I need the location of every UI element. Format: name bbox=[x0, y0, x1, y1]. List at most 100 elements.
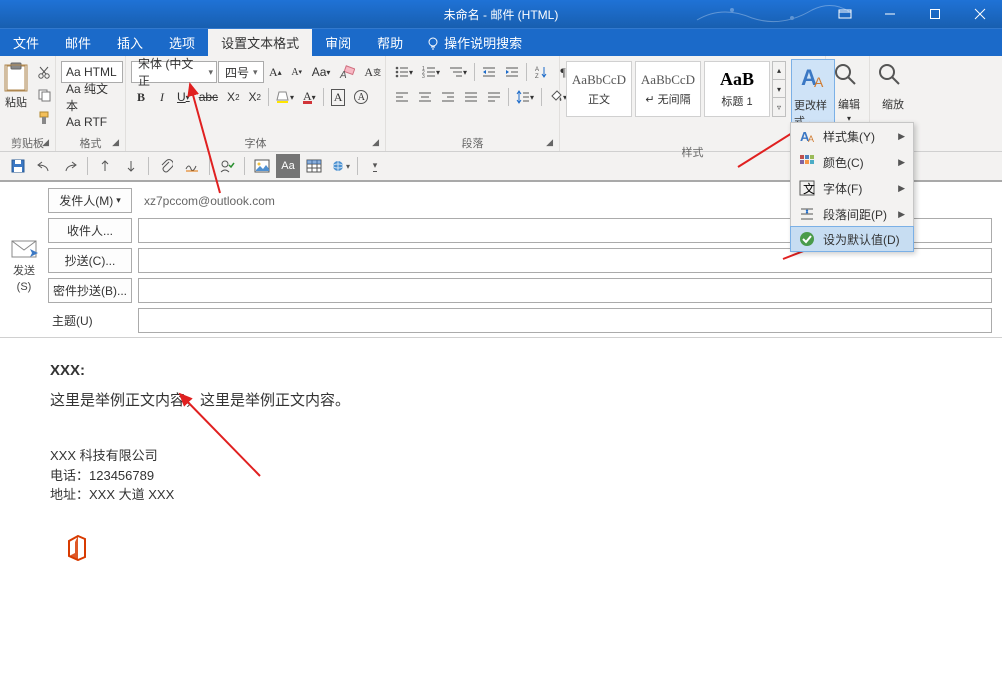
bullets-icon bbox=[395, 66, 409, 78]
phonetic-guide-button[interactable]: A变 bbox=[360, 61, 385, 83]
font-size-combo[interactable]: 四号▾ bbox=[218, 61, 264, 83]
svg-text:Z: Z bbox=[535, 74, 539, 79]
superscript-button[interactable]: X2 bbox=[245, 86, 265, 108]
title-bar: 未命名 - 邮件 (HTML) bbox=[0, 0, 1002, 28]
format-painter-button[interactable] bbox=[33, 107, 55, 129]
bold-button[interactable]: B bbox=[131, 86, 151, 108]
strikethrough-button[interactable]: abc bbox=[195, 86, 222, 108]
enclose-character-button[interactable]: A bbox=[350, 86, 372, 108]
save-button[interactable] bbox=[6, 154, 30, 178]
style-no-spacing[interactable]: AaBbCcD↵ 无间隔 bbox=[635, 61, 701, 117]
cc-button[interactable]: 抄送(C)... bbox=[48, 248, 132, 273]
sort-button[interactable]: AZ bbox=[530, 61, 552, 83]
menu-font[interactable]: 文 字体(F)▶ bbox=[791, 175, 913, 201]
dialog-launcher-icon[interactable]: ◢ bbox=[112, 137, 119, 148]
subject-input[interactable] bbox=[138, 308, 992, 333]
copy-icon bbox=[37, 88, 51, 102]
menu-color[interactable]: 颜色(C)▶ bbox=[791, 149, 913, 175]
svg-text:A: A bbox=[814, 74, 824, 90]
grow-font-button[interactable]: A▴ bbox=[265, 61, 286, 83]
view-signature-button[interactable] bbox=[180, 154, 204, 178]
tab-options[interactable]: 选项 bbox=[156, 29, 208, 56]
align-center-button[interactable] bbox=[414, 86, 436, 108]
bcc-input[interactable] bbox=[138, 278, 992, 303]
cut-button[interactable] bbox=[33, 61, 55, 83]
attach-file-button[interactable] bbox=[154, 154, 178, 178]
group-styles: AaBbCcD正文 AaBbCcD↵ 无间隔 AaB标题 1 ▴ ▾ ▿ AA … bbox=[560, 56, 826, 151]
menu-set-default[interactable]: 设为默认值(D) bbox=[790, 226, 914, 252]
decrease-indent-button[interactable] bbox=[478, 61, 500, 83]
menu-paragraph-spacing[interactable]: 段落间距(P)▶ bbox=[791, 201, 913, 227]
to-button[interactable]: 收件人... bbox=[48, 218, 132, 243]
office-logo-icon bbox=[66, 535, 952, 561]
format-rtf-button[interactable]: Aa RTF bbox=[61, 111, 123, 133]
qat-customize-button[interactable]: ▾ bbox=[363, 154, 387, 178]
paste-button[interactable]: 粘贴 bbox=[0, 59, 32, 113]
maximize-button[interactable] bbox=[912, 0, 957, 28]
from-button[interactable]: 发件人(M)▾ bbox=[48, 188, 132, 213]
tab-format-text[interactable]: 设置文本格式 bbox=[208, 29, 312, 56]
font-color-button[interactable]: A▾ bbox=[299, 86, 320, 108]
insert-picture-button[interactable] bbox=[250, 154, 274, 178]
dialog-launcher-icon[interactable]: ◢ bbox=[42, 137, 49, 148]
shrink-font-button[interactable]: A▾ bbox=[287, 61, 307, 83]
style-heading1[interactable]: AaB标题 1 bbox=[704, 61, 770, 117]
styles-scroll-up[interactable]: ▴ bbox=[773, 62, 785, 80]
clear-formatting-button[interactable]: A bbox=[335, 61, 359, 83]
redo-button[interactable] bbox=[58, 154, 82, 178]
text-highlight-button[interactable]: Aa bbox=[276, 154, 300, 178]
numbering-button[interactable]: 123▾ bbox=[418, 61, 444, 83]
change-case-button[interactable]: Aa▾ bbox=[308, 61, 335, 83]
body-paragraph: 这里是举例正文内容，这里是举例正文内容。 bbox=[50, 386, 952, 416]
tab-mail[interactable]: 邮件 bbox=[52, 29, 104, 56]
menu-style-set[interactable]: AA 样式集(Y)▶ bbox=[791, 123, 913, 149]
group-label-clipboard: 剪贴板 bbox=[11, 135, 44, 151]
tab-help[interactable]: 帮助 bbox=[364, 29, 416, 56]
style-normal[interactable]: AaBbCcD正文 bbox=[566, 61, 632, 117]
bullets-button[interactable]: ▾ bbox=[391, 61, 417, 83]
dialog-launcher-icon[interactable]: ◢ bbox=[372, 137, 379, 148]
styleset-icon: AA bbox=[799, 128, 815, 144]
italic-button[interactable]: I bbox=[152, 86, 172, 108]
line-spacing-button[interactable]: ▾ bbox=[512, 86, 538, 108]
insert-link-button[interactable]: ▾ bbox=[328, 154, 352, 178]
group-label-styles: 样式 bbox=[682, 144, 704, 160]
edit-button[interactable]: 编辑▾ bbox=[831, 59, 867, 126]
align-justify-button[interactable] bbox=[460, 86, 482, 108]
subscript-button[interactable]: X2 bbox=[223, 86, 243, 108]
minimize-button[interactable] bbox=[867, 0, 912, 28]
character-border-button[interactable]: A bbox=[327, 86, 350, 108]
message-body[interactable]: XXX: 这里是举例正文内容，这里是举例正文内容。 XXX 科技有限公司 电话：… bbox=[0, 338, 1002, 579]
svg-text:A: A bbox=[339, 70, 347, 79]
insert-table-button[interactable] bbox=[302, 154, 326, 178]
tab-review[interactable]: 审阅 bbox=[312, 29, 364, 56]
font-icon: 文 bbox=[799, 180, 815, 196]
svg-text:3: 3 bbox=[422, 74, 425, 78]
align-distributed-button[interactable] bbox=[483, 86, 505, 108]
format-plain-button[interactable]: Aa 纯文本 bbox=[61, 86, 123, 108]
highlight-button[interactable]: ▾ bbox=[272, 86, 298, 108]
tell-me-search[interactable]: 操作说明搜索 bbox=[416, 29, 532, 56]
close-button[interactable] bbox=[957, 0, 1002, 28]
group-paragraph: ▾ 123▾ ▾ AZ ¶ ▾ ▾ ▾ bbox=[386, 56, 560, 151]
align-left-button[interactable] bbox=[391, 86, 413, 108]
copy-button[interactable] bbox=[33, 84, 55, 106]
bcc-button[interactable]: 密件抄送(B)... bbox=[48, 278, 132, 303]
align-right-button[interactable] bbox=[437, 86, 459, 108]
underline-button[interactable]: U▾ bbox=[173, 86, 194, 108]
checkmark-circle-icon bbox=[799, 231, 815, 247]
styles-scroll-down[interactable]: ▾ bbox=[773, 81, 785, 99]
styles-more-button[interactable]: ▿ bbox=[773, 99, 785, 116]
tab-file[interactable]: 文件 bbox=[0, 29, 52, 56]
check-names-button[interactable] bbox=[215, 154, 239, 178]
zoom-button[interactable]: 缩放 bbox=[875, 59, 911, 115]
multilevel-list-button[interactable]: ▾ bbox=[445, 61, 471, 83]
previous-item-button[interactable] bbox=[93, 154, 117, 178]
undo-button[interactable] bbox=[32, 154, 56, 178]
increase-indent-button[interactable] bbox=[501, 61, 523, 83]
dialog-launcher-icon[interactable]: ◢ bbox=[546, 137, 553, 148]
tab-insert[interactable]: 插入 bbox=[104, 29, 156, 56]
font-name-combo[interactable]: 宋体 (中文正▾ bbox=[131, 61, 217, 83]
send-button[interactable]: 发送 (S) bbox=[4, 188, 44, 333]
next-item-button[interactable] bbox=[119, 154, 143, 178]
